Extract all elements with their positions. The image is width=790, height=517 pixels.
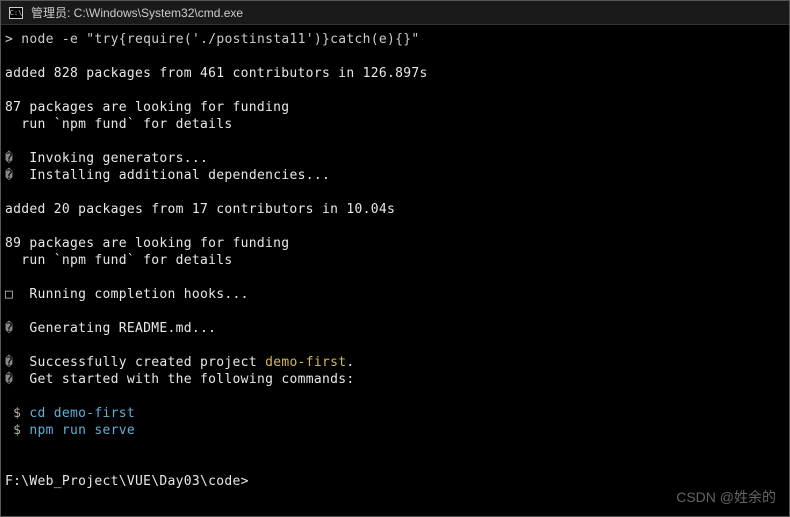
output-line: added 20 packages from 17 contributors i… <box>5 202 395 217</box>
output-line: Successfully created project <box>13 355 265 370</box>
output-line: 89 packages are looking for funding <box>5 236 289 251</box>
shell-prompt: $ <box>5 406 29 421</box>
output-line: Get started with the following commands: <box>13 372 354 387</box>
titlebar[interactable]: C:\ 管理员: C:\Windows\System32\cmd.exe <box>1 1 789 25</box>
output-line: Installing additional dependencies... <box>13 168 330 183</box>
bullet-icon: � <box>5 372 13 387</box>
output-line: Invoking generators... <box>13 151 208 166</box>
prompt-char: > <box>5 32 13 47</box>
window-title: 管理员: C:\Windows\System32\cmd.exe <box>31 4 243 21</box>
project-name: demo-first <box>265 355 346 370</box>
cmd-cd: cd demo-first <box>29 406 135 421</box>
cmd-line: node -e "try{require('./postinsta11')}ca… <box>21 32 419 47</box>
cmd-window: C:\ 管理员: C:\Windows\System32\cmd.exe > n… <box>0 0 790 517</box>
bullet-icon: � <box>5 151 13 166</box>
shell-prompt: $ <box>5 423 29 438</box>
output-line: run `npm fund` for details <box>5 253 233 268</box>
cmd-icon: C:\ <box>9 7 23 19</box>
square-icon: □ <box>5 287 13 302</box>
output-line: added 828 packages from 461 contributors… <box>5 66 428 81</box>
output-line: . <box>346 355 354 370</box>
output-line: Running completion hooks... <box>13 287 249 302</box>
cmd-serve: npm run serve <box>29 423 135 438</box>
output-line: 87 packages are looking for funding <box>5 100 289 115</box>
output-line: Generating README.md... <box>13 321 216 336</box>
terminal-output[interactable]: > node -e "try{require('./postinsta11')}… <box>1 25 789 516</box>
output-line: run `npm fund` for details <box>5 117 233 132</box>
watermark: CSDN @姓余的 <box>676 487 776 507</box>
bullet-icon: � <box>5 321 13 336</box>
bullet-icon: � <box>5 355 13 370</box>
bullet-icon: � <box>5 168 13 183</box>
path-prompt: F:\Web_Project\VUE\Day03\code> <box>5 474 249 489</box>
